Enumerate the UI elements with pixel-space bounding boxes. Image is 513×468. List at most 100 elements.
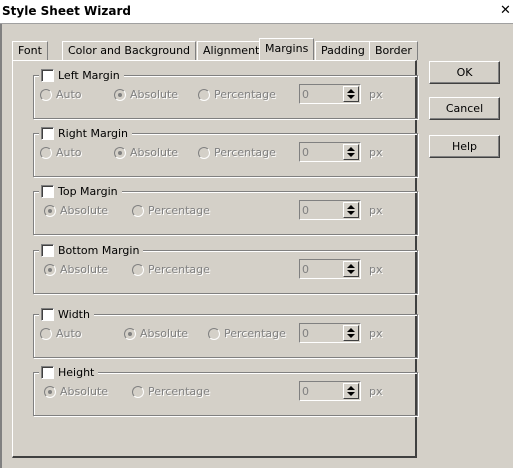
radio-icon <box>124 327 136 340</box>
tab-border[interactable]: Border <box>369 41 418 60</box>
radio-label: Auto <box>56 327 82 340</box>
spinner-arrows[interactable] <box>343 325 359 341</box>
tab-padding[interactable]: Padding <box>315 41 371 60</box>
spin-up-icon <box>347 89 355 93</box>
left-margin-auto-radio[interactable]: Auto <box>40 88 82 101</box>
left-margin-spinner <box>299 84 361 104</box>
tab-color-and-background[interactable]: Color and Background <box>62 41 197 60</box>
right-margin-spinner <box>299 142 361 162</box>
top-margin-value-input[interactable] <box>301 202 343 218</box>
radio-label: Absolute <box>60 263 109 276</box>
radio-label: Absolute <box>60 385 109 398</box>
style-sheet-wizard-dialog: Style Sheet Wizard ✕ Font Color and Back… <box>0 0 513 468</box>
tab-strip: Font Color and Background Alignment Marg… <box>12 38 418 60</box>
width-value-input[interactable] <box>301 325 343 341</box>
window-left-border <box>0 24 2 468</box>
radio-label: Auto <box>56 88 82 101</box>
width-absolute-radio[interactable]: Absolute <box>124 327 188 340</box>
radio-icon <box>40 146 52 159</box>
spinner-arrows[interactable] <box>343 202 359 218</box>
right-margin-unit: px <box>369 146 383 159</box>
margins-panel: Left Margin Auto Absolute Percentage 0 p… <box>12 60 418 458</box>
bottom-margin-spinner <box>299 259 361 279</box>
left-margin-absolute-radio[interactable]: Absolute <box>114 88 178 101</box>
spin-down-icon <box>347 211 355 215</box>
radio-label: Absolute <box>130 88 179 101</box>
spinner-arrows[interactable] <box>343 261 359 277</box>
height-absolute-radio[interactable]: Absolute <box>44 385 108 398</box>
width-group: Width Auto Absolute Percentage 0 px <box>33 307 418 358</box>
left-margin-unit: px <box>369 88 383 101</box>
radio-icon <box>198 88 210 101</box>
spin-up-icon <box>347 147 355 151</box>
left-margin-group: Left Margin Auto Absolute Percentage 0 p… <box>33 68 418 119</box>
radio-icon <box>44 263 56 276</box>
bottom-margin-percentage-radio[interactable]: Percentage <box>132 263 210 276</box>
bottom-margin-checkbox[interactable] <box>41 244 54 257</box>
radio-label: Absolute <box>130 146 179 159</box>
radio-icon <box>208 327 220 340</box>
bottom-margin-absolute-radio[interactable]: Absolute <box>44 263 108 276</box>
right-margin-auto-radio[interactable]: Auto <box>40 146 82 159</box>
top-margin-spinner <box>299 200 361 220</box>
bottom-margin-group: Bottom Margin Absolute Percentage px <box>33 243 418 294</box>
height-percentage-radio[interactable]: Percentage <box>132 385 210 398</box>
radio-label: Percentage <box>214 88 276 101</box>
close-icon[interactable]: ✕ <box>499 3 512 19</box>
top-margin-label: Top Margin <box>58 185 118 198</box>
height-label: Height <box>58 366 95 379</box>
radio-icon <box>198 146 210 159</box>
spinner-arrows[interactable] <box>343 86 359 102</box>
top-margin-absolute-radio[interactable]: Absolute <box>44 204 108 217</box>
height-value-input[interactable] <box>301 383 343 399</box>
window-title: Style Sheet Wizard <box>2 4 131 18</box>
radio-label: Absolute <box>60 204 109 217</box>
help-button[interactable]: Help <box>429 135 500 158</box>
spin-up-icon <box>347 264 355 268</box>
ok-button[interactable]: OK <box>429 61 500 84</box>
height-unit: px <box>369 385 383 398</box>
top-margin-checkbox[interactable] <box>41 185 54 198</box>
top-margin-unit: px <box>369 204 383 217</box>
spin-down-icon <box>347 153 355 157</box>
width-auto-radio[interactable]: Auto <box>40 327 82 340</box>
height-spinner <box>299 381 361 401</box>
right-margin-percentage-radio[interactable]: Percentage <box>198 146 276 159</box>
bottom-margin-unit: px <box>369 263 383 276</box>
radio-icon <box>114 88 126 101</box>
spin-down-icon <box>347 95 355 99</box>
spin-down-icon <box>347 334 355 338</box>
spinner-arrows[interactable] <box>343 383 359 399</box>
width-percentage-radio[interactable]: Percentage <box>208 327 286 340</box>
radio-icon <box>132 204 144 217</box>
radio-icon <box>40 88 52 101</box>
bottom-margin-label: Bottom Margin <box>58 244 140 257</box>
spin-down-icon <box>347 392 355 396</box>
bottom-margin-value-input[interactable] <box>301 261 343 277</box>
radio-label: Percentage <box>224 327 286 340</box>
radio-label: Auto <box>56 146 82 159</box>
right-margin-checkbox[interactable] <box>41 127 54 140</box>
right-margin-value-input[interactable] <box>301 144 343 160</box>
radio-icon <box>44 385 56 398</box>
height-checkbox[interactable] <box>41 366 54 379</box>
left-margin-value-input[interactable] <box>301 86 343 102</box>
radio-label: Percentage <box>148 204 210 217</box>
tab-margins[interactable]: Margins <box>259 38 315 60</box>
spinner-arrows[interactable] <box>343 144 359 160</box>
tab-alignment[interactable]: Alignment <box>197 41 266 60</box>
right-margin-label: Right Margin <box>58 127 129 140</box>
spin-up-icon <box>347 205 355 209</box>
top-margin-group: Top Margin Absolute Percentage px <box>33 184 418 235</box>
left-margin-percentage-radio[interactable]: Percentage <box>198 88 276 101</box>
radio-icon <box>40 327 52 340</box>
width-checkbox[interactable] <box>41 308 54 321</box>
cancel-button[interactable]: Cancel <box>429 97 500 120</box>
right-margin-absolute-radio[interactable]: Absolute <box>114 146 178 159</box>
left-margin-checkbox[interactable] <box>41 69 54 82</box>
top-margin-percentage-radio[interactable]: Percentage <box>132 204 210 217</box>
width-spinner <box>299 323 361 343</box>
title-bar: Style Sheet Wizard ✕ <box>0 0 513 24</box>
tab-font[interactable]: Font <box>12 41 48 60</box>
radio-icon <box>132 385 144 398</box>
